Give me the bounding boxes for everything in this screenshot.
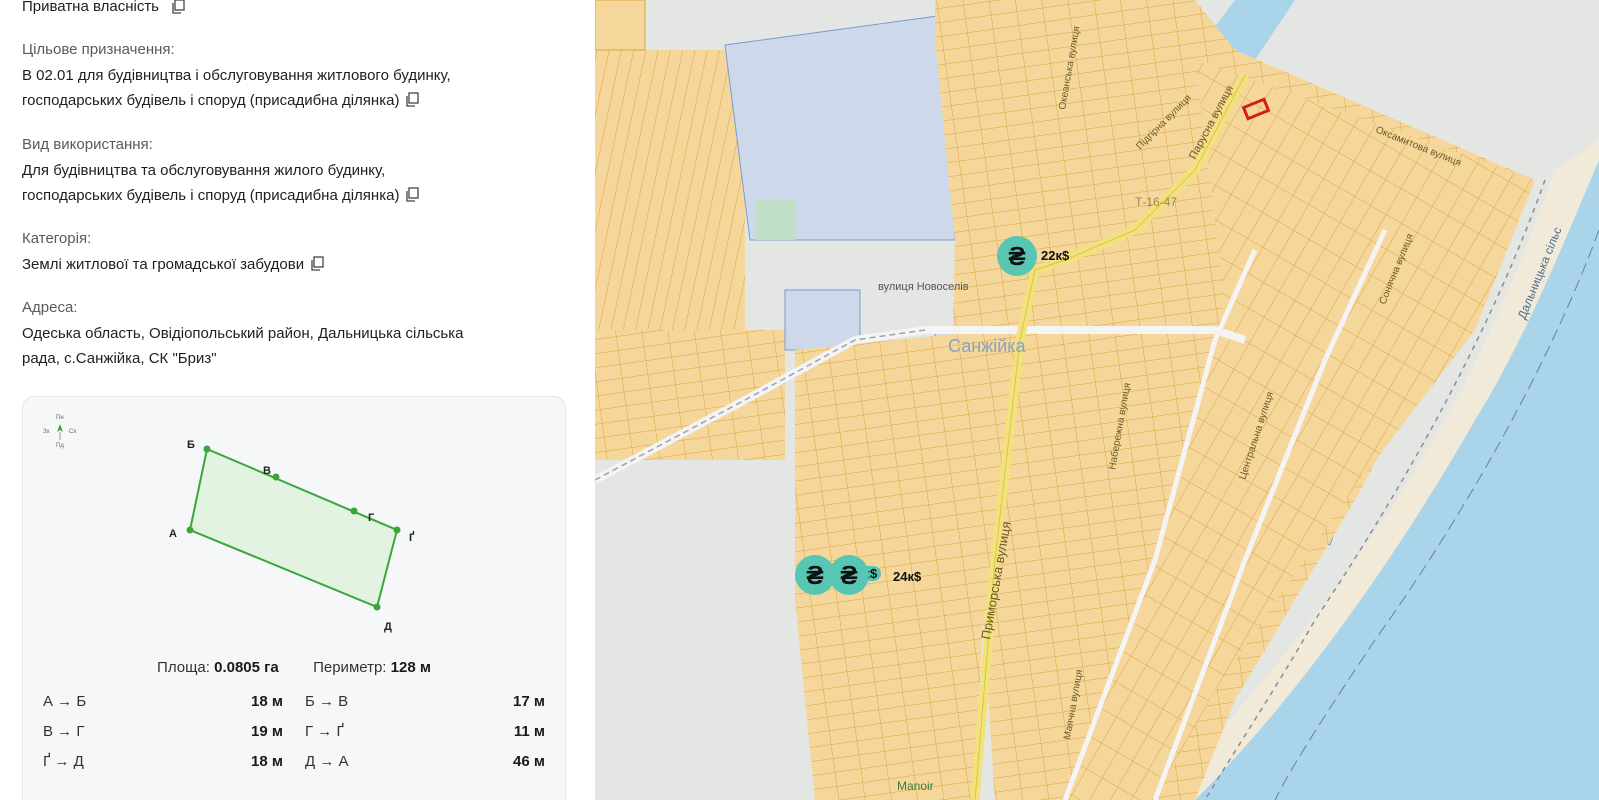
map-canvas[interactable]: вулиця Новоселів Санжійка Приморська вул… — [595, 0, 1599, 800]
copy-icon[interactable] — [405, 92, 420, 107]
segment-length: 11 м — [513, 723, 545, 740]
copy-icon[interactable] — [171, 0, 185, 14]
ownership-row: Приватна власність — [22, 0, 185, 15]
category-text: Землі житлової та громадської забудови — [22, 256, 305, 273]
address-value: Одеська область, Овідіопольський район, … — [22, 321, 562, 371]
category-label: Категорія: — [22, 230, 92, 247]
segment-length: 18 м — [251, 753, 283, 770]
vertex-label-d: Д — [384, 621, 392, 633]
category-value: Землі житлової та громадської забудови — [22, 252, 562, 277]
segment-length: 17 м — [513, 693, 545, 710]
parcel-vertex — [350, 507, 358, 515]
segment-name: Г → Ґ — [305, 723, 344, 740]
vertex-label-v: В — [263, 465, 271, 477]
ownership-value: Приватна власність — [22, 0, 159, 15]
usage-line-1: Для будівництва та обслуговування жилого… — [22, 162, 386, 179]
village-label: Санжійка — [948, 336, 1027, 356]
purpose-value: В 02.01 для будівництва і обслуговування… — [22, 63, 562, 113]
copy-icon[interactable] — [310, 256, 324, 271]
segment-name: А → Б — [43, 693, 87, 710]
segment-name: В → Г — [43, 723, 85, 740]
segment-length: 19 м — [251, 723, 283, 740]
vertex-label-gh: Ґ — [409, 531, 415, 544]
address-line-1: Одеська область, Овідіопольський район, … — [22, 325, 464, 342]
green-zone — [755, 200, 795, 240]
vertex-label-a: А — [169, 528, 177, 540]
parcel-shape-card: Пн Зх Сх Пд А Б В Г Ґ Д Площа: 0.0805 га… — [22, 396, 566, 800]
usage-value: Для будівництва та обслуговування жилого… — [22, 158, 562, 208]
purpose-line-2: господарських будівель і споруд (присади… — [22, 92, 400, 109]
segment-length: 18 м — [251, 693, 283, 710]
street-label-novosela: вулиця Новоселів — [878, 281, 969, 293]
area-perimeter-line: Площа: 0.0805 га Периметр: 128 м — [23, 659, 565, 676]
purpose-field: Цільове призначення: В 02.01 для будівни… — [22, 40, 562, 113]
parcel-vertex — [393, 526, 401, 534]
area-value: 0.0805 га — [214, 659, 279, 676]
area-label: Площа: — [157, 659, 210, 676]
vertex-label-g: Г — [368, 512, 375, 524]
parcel-vertex — [186, 526, 194, 534]
price-marker[interactable]: ₴ — [997, 236, 1037, 276]
parcel-diagram: А Б В Г Ґ Д — [169, 439, 415, 633]
segment-name: Д → А — [305, 753, 349, 770]
parcel-vertex — [272, 473, 280, 481]
parcel-vertex — [373, 603, 381, 611]
price-label: 22к$ — [1041, 248, 1070, 263]
segment-name: Б → В — [305, 693, 349, 710]
usage-field: Вид використання: Для будівництва та обс… — [22, 135, 562, 208]
price-marker[interactable]: ₴ — [829, 555, 869, 595]
farm-parcel — [595, 0, 646, 51]
usage-label: Вид використання: — [22, 136, 153, 153]
segment-name: Ґ → Д — [43, 753, 84, 770]
perimeter-value: 128 м — [390, 659, 431, 676]
category-field: Категорія: Землі житлової та громадської… — [22, 229, 562, 277]
poi-label-manoir: Manoir — [897, 779, 934, 793]
vertex-label-b: Б — [187, 439, 195, 451]
price-label: 24к$ — [893, 569, 922, 584]
copy-icon[interactable] — [405, 187, 420, 202]
usage-line-2: господарських будівель і споруд (присади… — [22, 187, 400, 204]
address-line-2: рада, с.Санжійка, СК "Бриз" — [22, 350, 217, 367]
address-field: Адреса: Одеська область, Овідіопольський… — [22, 298, 562, 371]
purpose-label: Цільове призначення: — [22, 41, 175, 58]
purpose-line-1: В 02.01 для будівництва і обслуговування… — [22, 67, 451, 84]
address-label: Адреса: — [22, 299, 78, 316]
parcel-vertex — [203, 445, 211, 453]
parcel-outline — [188, 447, 399, 609]
parcel-info-panel: Приватна власність Цільове призначення: … — [0, 0, 595, 800]
road-code-label: Т-16-47 — [1135, 195, 1177, 209]
perimeter-label: Периметр: — [313, 659, 387, 676]
farm-parcels — [595, 50, 745, 340]
segment-length: 46 м — [513, 753, 545, 770]
cadastral-map[interactable]: вулиця Новоселів Санжійка Приморська вул… — [595, 0, 1599, 800]
